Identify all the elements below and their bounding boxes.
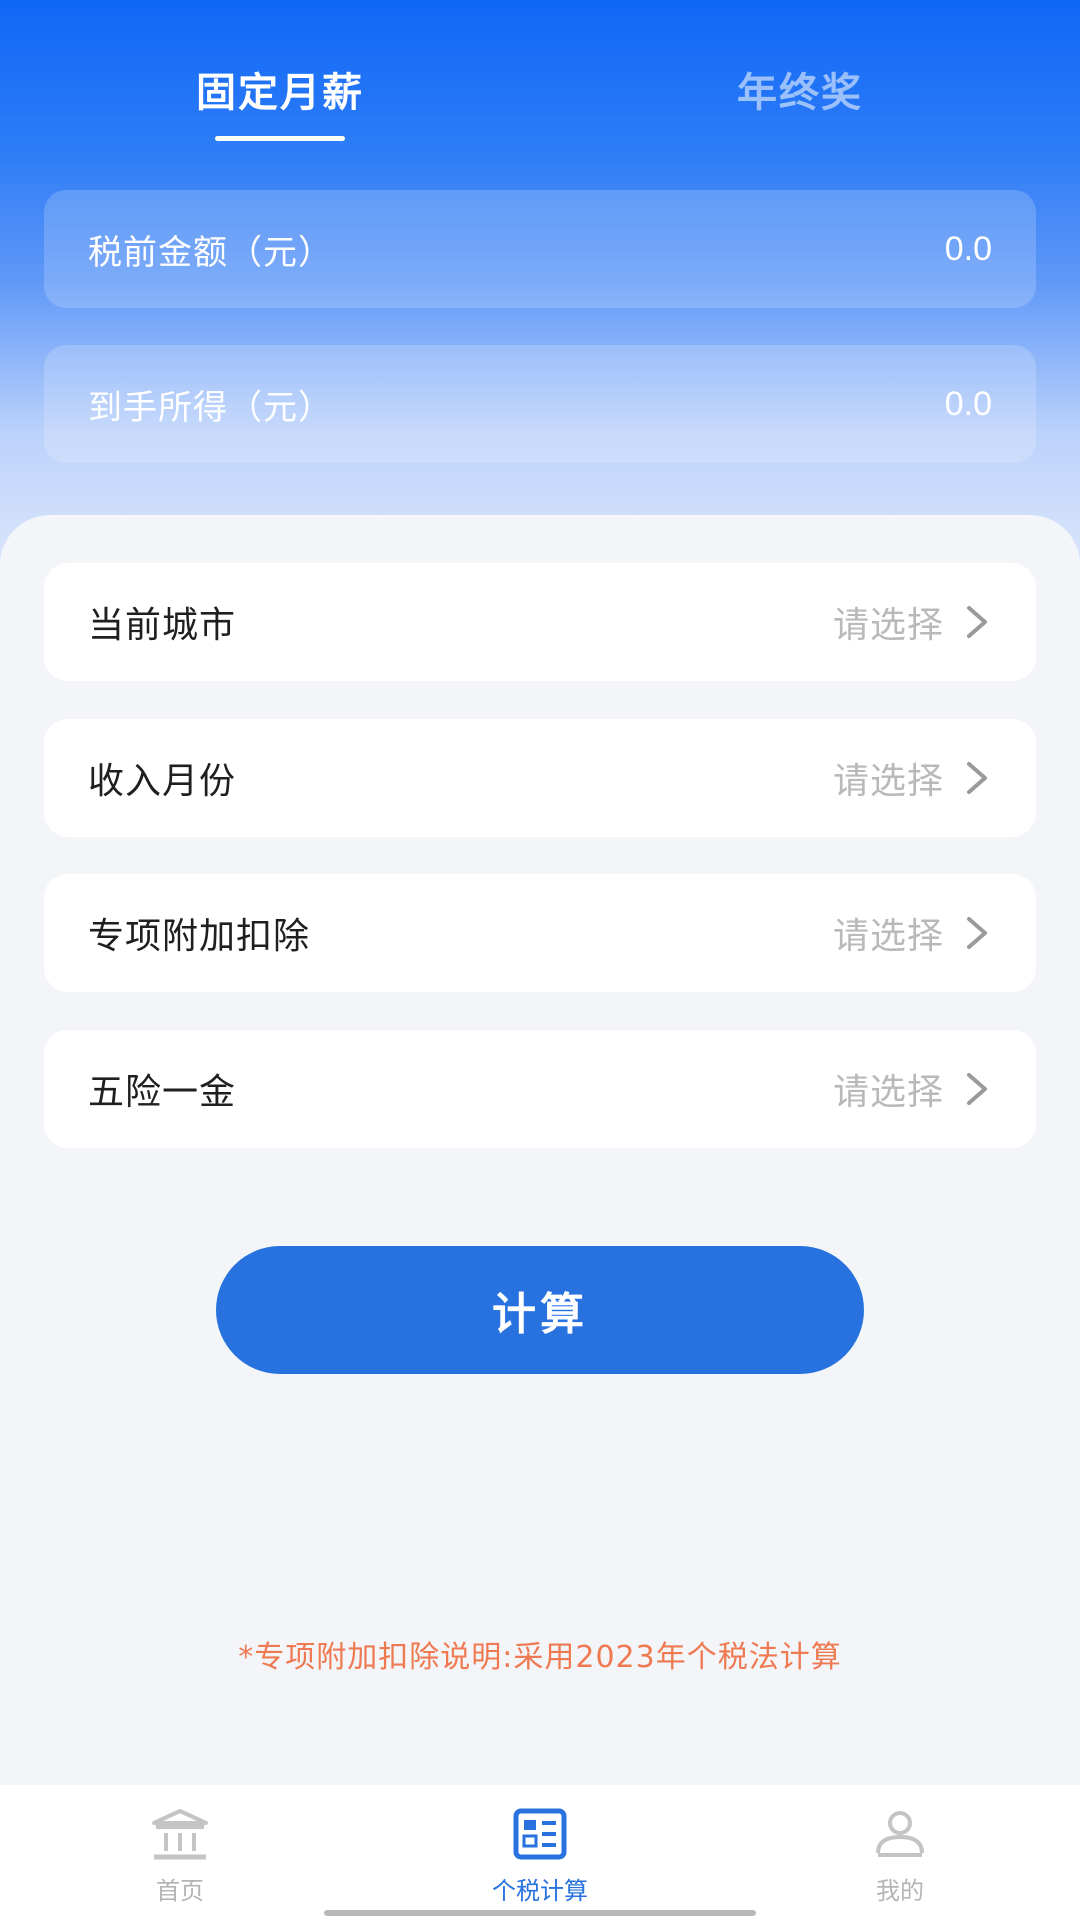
net-income-card: 到手所得（元） 0.0 bbox=[44, 345, 1036, 463]
chevron-right-icon bbox=[967, 1073, 987, 1105]
row-social-insurance[interactable]: 五险一金 请选择 bbox=[44, 1030, 1036, 1148]
tab-year-end-bonus[interactable]: 年终奖 bbox=[670, 60, 930, 118]
chevron-right-icon bbox=[967, 917, 987, 949]
nav-me-label: 我的 bbox=[876, 1877, 924, 1905]
row-value: 请选择 bbox=[832, 916, 944, 957]
row-label: 专项附加扣除 bbox=[88, 916, 311, 957]
nav-tax-calculator[interactable]: 个税计算 bbox=[420, 1785, 660, 1920]
bottom-nav: 首页 个税计算 我的 bbox=[0, 1785, 1080, 1920]
pretax-amount-label: 税前金额（元） bbox=[88, 232, 333, 273]
chevron-right-icon bbox=[967, 762, 987, 794]
row-value: 请选择 bbox=[832, 1072, 944, 1113]
chevron-right-icon bbox=[967, 606, 987, 638]
calculator-icon bbox=[513, 1808, 567, 1860]
net-income-label: 到手所得（元） bbox=[88, 387, 333, 428]
content-sheet bbox=[0, 515, 1080, 1785]
user-icon bbox=[876, 1811, 924, 1857]
row-label: 收入月份 bbox=[88, 761, 237, 802]
tax-calculator-screen: 固定月薪 年终奖 税前金额（元） 0.0 到手所得（元） 0.0 当前城市 请选… bbox=[0, 0, 1080, 1920]
deduction-note: *专项附加扣除说明:采用2023年个税法计算 bbox=[238, 1640, 842, 1675]
bank-icon bbox=[152, 1809, 208, 1860]
row-value: 请选择 bbox=[832, 761, 944, 802]
row-label: 当前城市 bbox=[88, 605, 237, 646]
pretax-amount-value: 0.0 bbox=[944, 229, 992, 268]
nav-home[interactable]: 首页 bbox=[60, 1785, 300, 1920]
tab-active-indicator bbox=[215, 136, 345, 141]
calculate-button[interactable]: 计算 bbox=[216, 1246, 864, 1374]
home-indicator bbox=[324, 1910, 756, 1916]
nav-tax-label: 个税计算 bbox=[492, 1877, 588, 1905]
row-special-deduction[interactable]: 专项附加扣除 请选择 bbox=[44, 874, 1036, 992]
nav-home-label: 首页 bbox=[156, 1877, 204, 1905]
nav-me[interactable]: 我的 bbox=[780, 1785, 1020, 1920]
row-income-month[interactable]: 收入月份 请选择 bbox=[44, 719, 1036, 837]
row-current-city[interactable]: 当前城市 请选择 bbox=[44, 563, 1036, 681]
net-income-value: 0.0 bbox=[944, 384, 992, 423]
tab-bar: 固定月薪 年终奖 bbox=[0, 60, 1080, 150]
row-value: 请选择 bbox=[832, 605, 944, 646]
tab-fixed-salary[interactable]: 固定月薪 bbox=[150, 60, 410, 118]
row-label: 五险一金 bbox=[88, 1072, 237, 1113]
pretax-amount-card: 税前金额（元） 0.0 bbox=[44, 190, 1036, 308]
